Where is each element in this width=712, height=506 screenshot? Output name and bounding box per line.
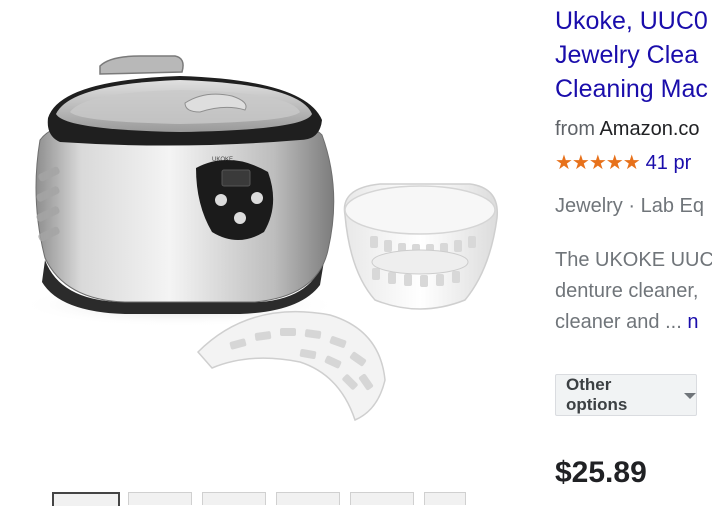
other-options-button[interactable]: Other options <box>555 374 697 416</box>
product-image[interactable]: UKOKE <box>0 0 540 490</box>
rating-row: ★★★★★ 41 pr <box>555 150 691 175</box>
other-options-label: Other options <box>566 375 628 414</box>
product-info: Ukoke, UUC0 Jewelry Clea Cleaning Mac fr… <box>555 0 712 502</box>
seller-name: Amazon.co <box>599 118 700 140</box>
product-price: $25.89 <box>555 456 647 489</box>
thumbnail-3[interactable] <box>202 492 266 505</box>
seller-line: from Amazon.co <box>555 118 700 141</box>
svg-text:UKOKE: UKOKE <box>212 157 233 163</box>
review-count-link[interactable]: 41 pr <box>646 152 692 174</box>
caret-down-icon <box>684 393 696 399</box>
product-description: The UKOKE UUC denture cleaner, cleaner a… <box>555 245 712 338</box>
seller-prefix: from <box>555 118 600 140</box>
thumbnail-5[interactable] <box>350 492 414 505</box>
product-category: Jewelry · Lab Eq <box>555 195 704 217</box>
more-link[interactable]: n <box>687 311 698 333</box>
product-title-link[interactable]: Ukoke, UUC0 Jewelry Clea Cleaning Mac <box>555 4 712 106</box>
thumbnail-6[interactable] <box>424 492 466 505</box>
thumbnail-2[interactable] <box>128 492 192 505</box>
thumbnail-4[interactable] <box>276 492 340 505</box>
ultrasonic-cleaner-illustration: UKOKE <box>20 55 498 422</box>
star-rating-icon: ★★★★★ <box>555 152 641 174</box>
thumbnail-1[interactable] <box>52 492 120 506</box>
